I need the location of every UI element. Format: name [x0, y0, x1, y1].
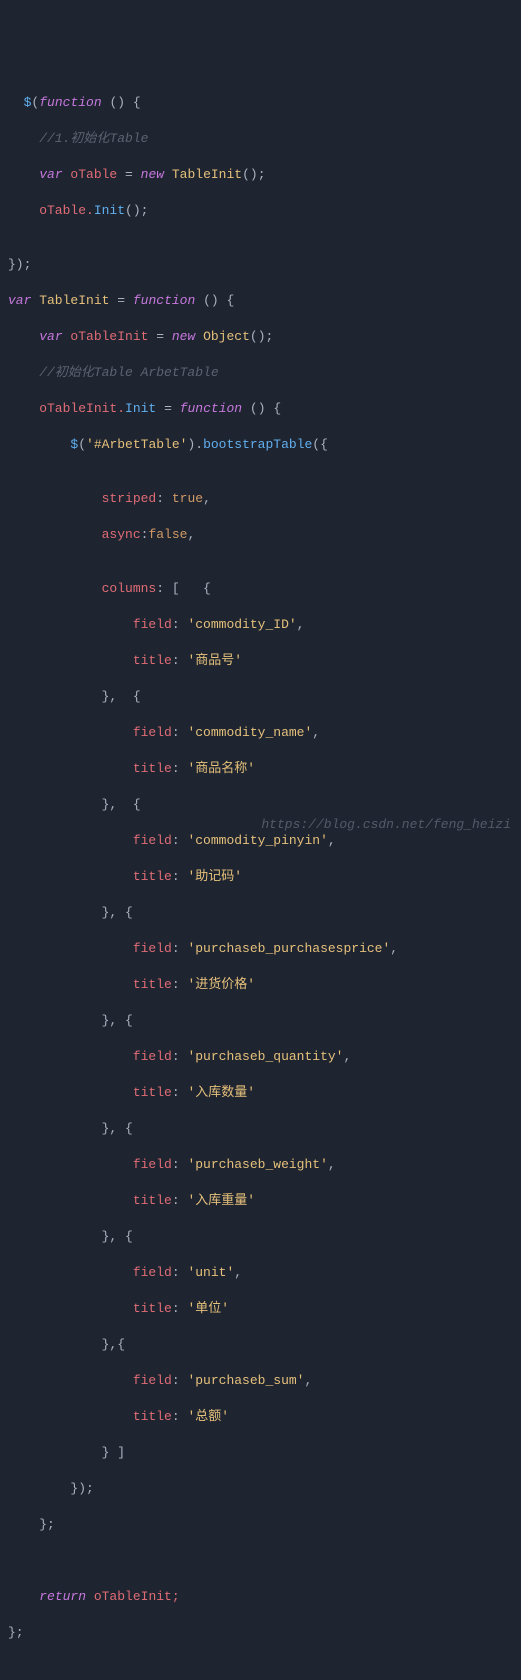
code-line: $(function () {: [8, 94, 513, 112]
code-line: //初始化Table ArbetTable: [8, 364, 513, 382]
code-line: }, {: [8, 904, 513, 922]
code-line: },{: [8, 1336, 513, 1354]
code-line: var oTableInit = new Object();: [8, 328, 513, 346]
code-editor[interactable]: $(function () { //1.初始化Table var oTable …: [8, 76, 513, 1660]
code-line: field: 'commodity_name',: [8, 724, 513, 742]
code-line: oTable.Init();: [8, 202, 513, 220]
code-line: oTableInit.Init = function () {: [8, 400, 513, 418]
code-line: }, {: [8, 1012, 513, 1030]
code-line: title: '商品号': [8, 652, 513, 670]
code-line: } ]: [8, 1444, 513, 1462]
code-line: title: '商品名称': [8, 760, 513, 778]
code-line: field: 'commodity_pinyin',: [8, 832, 513, 850]
code-line: columns: [ {: [8, 580, 513, 598]
watermark-text: https://blog.csdn.net/feng_heizi: [261, 816, 511, 834]
code-line: //1.初始化Table: [8, 130, 513, 148]
code-line: field: 'purchaseb_purchasesprice',: [8, 940, 513, 958]
code-line: return oTableInit;: [8, 1588, 513, 1606]
code-line: field: 'unit',: [8, 1264, 513, 1282]
code-line: title: '助记码': [8, 868, 513, 886]
code-line: striped: true,: [8, 490, 513, 508]
code-line: }, {: [8, 1228, 513, 1246]
code-line: field: 'purchaseb_weight',: [8, 1156, 513, 1174]
code-line: title: '入库数量': [8, 1084, 513, 1102]
code-line: }, {: [8, 688, 513, 706]
code-line: }, {: [8, 1120, 513, 1138]
code-line: };: [8, 1516, 513, 1534]
code-line: var oTable = new TableInit();: [8, 166, 513, 184]
code-line: }, {: [8, 796, 513, 814]
code-line: });: [8, 1480, 513, 1498]
code-line: title: '单位': [8, 1300, 513, 1318]
code-line: async:false,: [8, 526, 513, 544]
code-line: title: '总额': [8, 1408, 513, 1426]
code-line: var TableInit = function () {: [8, 292, 513, 310]
code-line: field: 'commodity_ID',: [8, 616, 513, 634]
code-line: title: '入库重量': [8, 1192, 513, 1210]
code-line: };: [8, 1624, 513, 1642]
code-line: field: 'purchaseb_sum',: [8, 1372, 513, 1390]
code-line: title: '进货价格': [8, 976, 513, 994]
code-line: field: 'purchaseb_quantity',: [8, 1048, 513, 1066]
code-line: });: [8, 256, 513, 274]
code-line: $('#ArbetTable').bootstrapTable({: [8, 436, 513, 454]
